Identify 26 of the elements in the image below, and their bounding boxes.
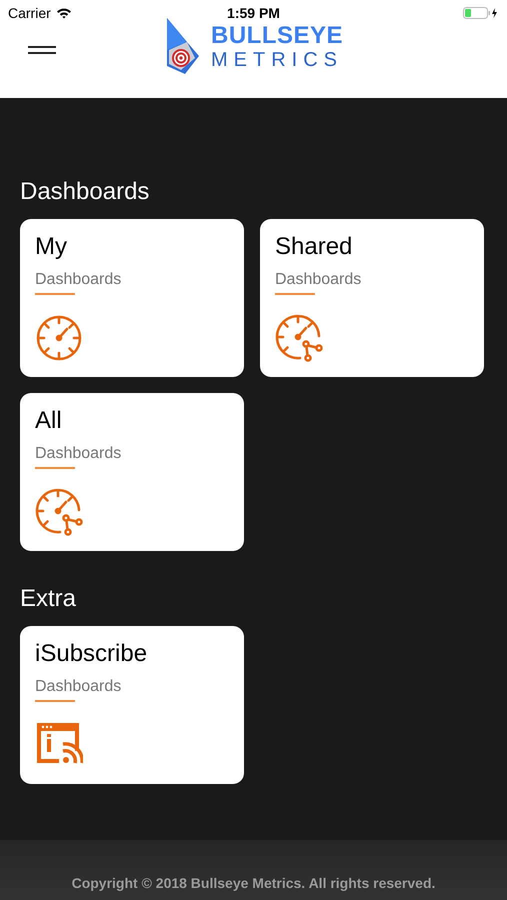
logo-wordmark: BULLSEYE (211, 24, 344, 48)
card-title: My (35, 233, 68, 261)
gauge-share-icon (275, 314, 323, 362)
dashboard-card[interactable]: iSubscribe Dashboards (20, 626, 244, 784)
menu-icon[interactable] (28, 46, 56, 54)
section-heading: Dashboards (20, 178, 150, 206)
carrier-name: Carrier (8, 5, 51, 21)
card-title: iSubscribe (35, 640, 148, 668)
card-subtitle: Dashboards (275, 271, 362, 289)
dashboard-card[interactable]: All Dashboards (20, 393, 244, 551)
battery-icon (463, 7, 499, 19)
section-heading: Extra (20, 585, 78, 613)
dashboard-card[interactable]: My Dashboards (20, 219, 244, 377)
logo-tagline: METRICS (211, 50, 344, 70)
card-subtitle: Dashboards (35, 445, 122, 463)
copyright-text: Copyright © 2018 Bullseye Metrics. All rights reserved. (72, 875, 436, 891)
card-subtitle: Dashboards (35, 271, 122, 289)
wifi-icon (56, 7, 72, 19)
gauge-share-icon (35, 488, 83, 536)
gauge-icon (35, 314, 83, 362)
card-subtitle: Dashboards (35, 678, 122, 696)
card-title: Shared (275, 233, 354, 261)
info-feed-icon (35, 721, 83, 765)
dashboard-card[interactable]: Shared Dashboards (260, 219, 484, 377)
card-title: All (35, 407, 63, 435)
status-time: 1:59 PM (227, 5, 280, 21)
